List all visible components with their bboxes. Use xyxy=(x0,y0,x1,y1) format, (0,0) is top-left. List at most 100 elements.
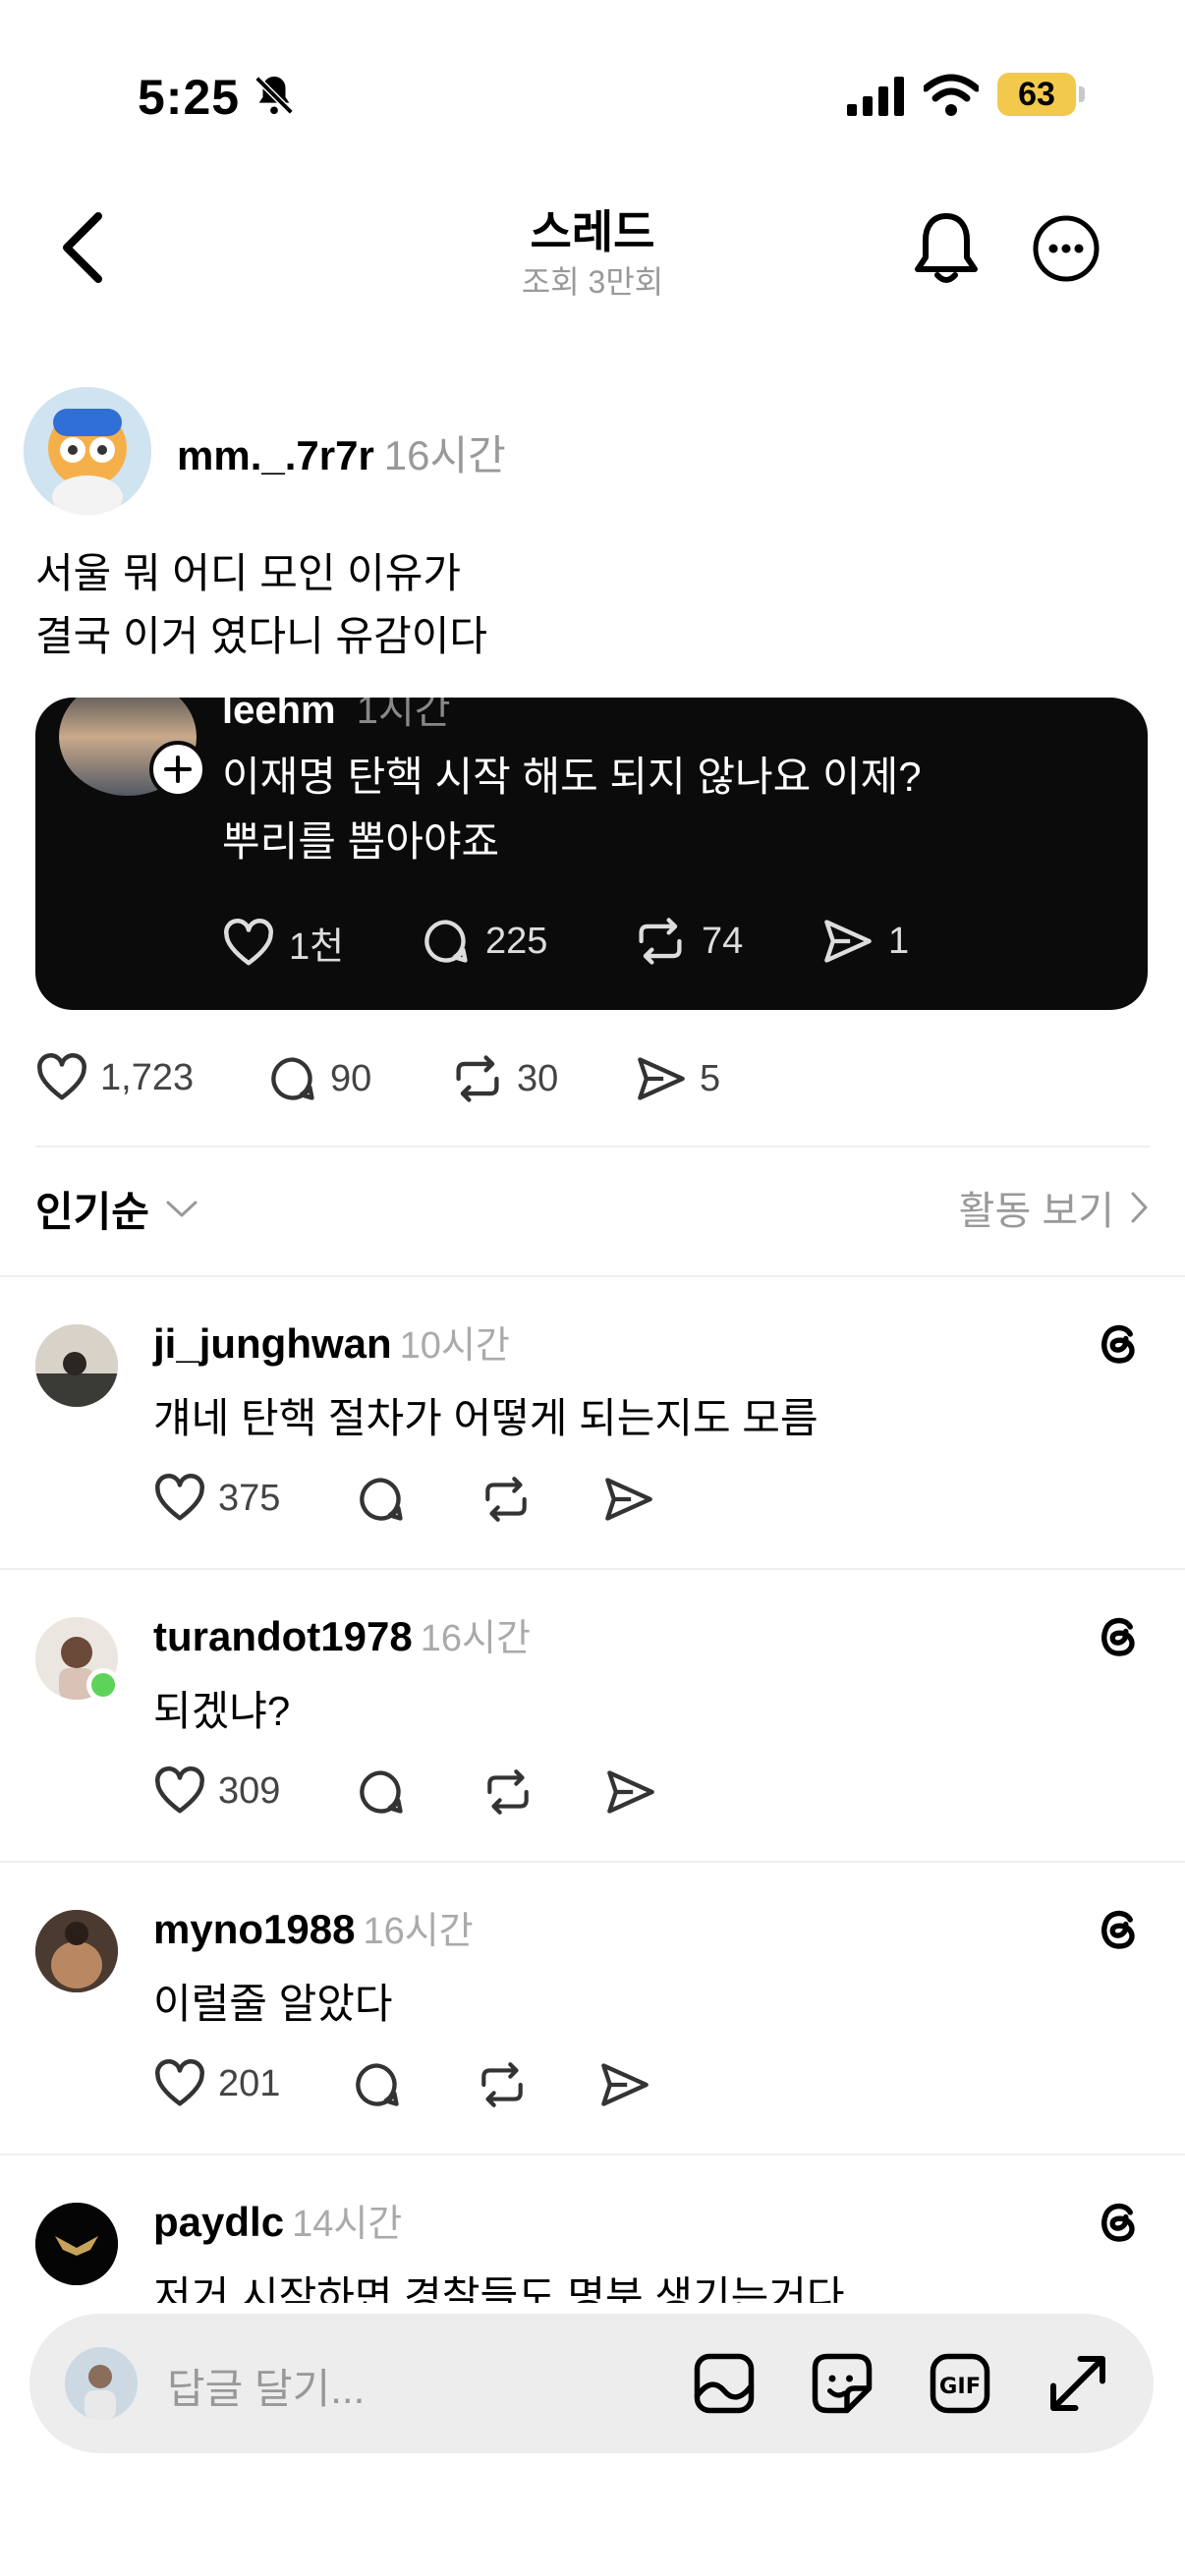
comment-like-count: 375 xyxy=(218,1477,281,1519)
quoted-repost-button[interactable]: 74 xyxy=(633,916,743,967)
comment-like-button[interactable]: 201 xyxy=(153,2059,280,2108)
comment-item: turandot1978 16시간 되겠냐? 309 xyxy=(0,1570,1185,1861)
comment-icon xyxy=(271,1057,314,1100)
comment-text: 저거 시작하면 경찰들도 명분 생기는거다 xyxy=(153,2273,845,2303)
svg-text:GIF: GIF xyxy=(939,2374,981,2399)
comment-username[interactable]: ji_junghwan xyxy=(153,1320,392,1367)
heart-icon xyxy=(155,1474,204,1521)
comment-time: 14시간 xyxy=(292,2204,403,2245)
repost-icon xyxy=(485,1477,527,1522)
quoted-post-time: 1시간 xyxy=(356,698,451,732)
comment-time: 16시간 xyxy=(420,1618,531,1659)
send-icon xyxy=(605,1478,652,1521)
quoted-comment-count: 225 xyxy=(485,920,548,962)
quoted-post-card[interactable]: leehm 1시간 이재명 탄핵 시작 해도 되지 않나요 이제? 뿌리를 뽑아… xyxy=(35,698,1148,1010)
comment-reply-button[interactable] xyxy=(352,2059,403,2110)
view-activity-link[interactable]: 활동 보기 xyxy=(959,1179,1150,1236)
quoted-like-button[interactable]: 1천 xyxy=(222,916,344,970)
like-button[interactable]: 1,723 xyxy=(35,1053,194,1102)
signal-icon xyxy=(847,77,906,116)
repost-icon xyxy=(487,1769,529,1815)
commenter-avatar[interactable] xyxy=(35,1910,118,1992)
gif-icon[interactable]: GIF xyxy=(926,2349,994,2418)
sticker-icon[interactable] xyxy=(808,2349,876,2418)
repost-icon xyxy=(481,2062,523,2107)
comment-time: 16시간 xyxy=(363,1911,474,1952)
comment-like-button[interactable]: 309 xyxy=(153,1766,280,1816)
comment-header: turandot1978 16시간 xyxy=(153,1607,531,1661)
comment-repost-button[interactable] xyxy=(481,1766,535,1818)
comment-text: 걔네 탄핵 절차가 어떻게 되는지도 모름 xyxy=(153,1395,818,1441)
comment-like-count: 309 xyxy=(218,1769,281,1812)
comment-reply-button[interactable] xyxy=(356,1766,407,1818)
reply-input[interactable]: 답글 달기... xyxy=(167,2356,365,2416)
chevron-right-icon xyxy=(1131,1192,1148,1223)
comment-like-button[interactable]: 375 xyxy=(153,1474,280,1523)
heart-icon xyxy=(37,1053,86,1100)
wifi-icon xyxy=(924,73,979,116)
send-icon xyxy=(824,920,872,963)
comment-repost-button[interactable] xyxy=(480,1474,533,1525)
comment-icon xyxy=(424,920,468,963)
notification-bell-icon[interactable] xyxy=(912,210,981,285)
heart-icon xyxy=(155,1766,204,1814)
comment-text: 이럴줄 알았다 xyxy=(153,1981,393,2027)
quoted-share-count: 1 xyxy=(888,920,910,962)
like-count: 1,723 xyxy=(100,1056,195,1098)
silent-bell-icon xyxy=(252,73,297,118)
share-count: 5 xyxy=(700,1057,721,1099)
comment-username[interactable]: turandot1978 xyxy=(153,1613,413,1659)
comment-icon xyxy=(360,1478,403,1521)
quoted-share-button[interactable]: 1 xyxy=(821,916,909,967)
comment-item: paydlc 14시간 저거 시작하면 경찰들도 명분 생기는거다 xyxy=(0,2156,1185,2303)
view-count: 조회 3만회 xyxy=(521,264,664,300)
comment-header: paydlc 14시간 xyxy=(153,2193,402,2247)
comment-item: ji_junghwan 10시간 걔네 탄핵 절차가 어떻게 되는지도 모름 37… xyxy=(0,1277,1185,1568)
repost-button[interactable]: 30 xyxy=(450,1053,558,1104)
battery-indicator: 63 xyxy=(997,73,1076,116)
comment-repost-button[interactable] xyxy=(476,2059,529,2110)
post-author-name[interactable]: mm._.7r7r xyxy=(177,432,374,478)
comment-username[interactable]: paydlc xyxy=(153,2199,284,2245)
image-attach-icon[interactable] xyxy=(690,2349,759,2418)
comment-reply-button[interactable] xyxy=(356,1474,407,1525)
comment-share-button[interactable] xyxy=(603,1474,654,1525)
comment-username[interactable]: myno1988 xyxy=(153,1906,355,1952)
status-bar: 5:25 63 xyxy=(0,0,1185,187)
post-time: 16시간 xyxy=(383,432,506,478)
quoted-comment-button[interactable]: 225 xyxy=(421,916,547,967)
share-button[interactable]: 5 xyxy=(635,1053,720,1104)
reply-composer[interactable]: 답글 달기... GIF xyxy=(29,2314,1154,2453)
threads-logo-icon[interactable] xyxy=(1093,1316,1146,1370)
author-avatar[interactable] xyxy=(24,387,151,515)
sort-label: 인기순 xyxy=(35,1189,149,1235)
send-icon xyxy=(601,2063,649,2106)
follow-plus-icon[interactable] xyxy=(149,741,206,798)
online-status-dot xyxy=(86,1668,120,1702)
commenter-avatar[interactable] xyxy=(35,1324,118,1407)
threads-logo-icon[interactable] xyxy=(1093,2195,1146,2248)
threads-logo-icon[interactable] xyxy=(1093,1609,1146,1662)
page-title: 스레드 xyxy=(530,206,655,257)
comment-icon xyxy=(360,1770,403,1814)
more-options-button[interactable] xyxy=(1032,214,1100,283)
chevron-down-icon xyxy=(166,1201,198,1216)
sort-dropdown[interactable]: 인기순 xyxy=(35,1179,198,1239)
send-icon xyxy=(607,1770,654,1814)
comment-time: 10시간 xyxy=(399,1325,510,1367)
expand-icon[interactable] xyxy=(1044,2349,1112,2418)
activity-label: 활동 보기 xyxy=(958,1190,1114,1233)
comment-count: 90 xyxy=(330,1057,372,1099)
divider xyxy=(35,1146,1150,1148)
comment-share-button[interactable] xyxy=(605,1766,656,1818)
my-avatar xyxy=(65,2347,138,2420)
comment-button[interactable]: 90 xyxy=(267,1053,371,1104)
quoted-author-name: leehm xyxy=(222,698,336,732)
comment-share-button[interactable] xyxy=(599,2059,650,2110)
post-text: 서울 뭐 어디 모인 이유가 결국 이거 였다니 유감이다 xyxy=(35,550,488,659)
threads-logo-icon[interactable] xyxy=(1093,1902,1146,1955)
comment-text: 되겠냐? xyxy=(153,1688,291,1734)
commenter-avatar[interactable] xyxy=(35,2203,118,2285)
post-author-line: mm._.7r7r 16시간 xyxy=(177,422,506,482)
send-icon xyxy=(638,1057,685,1100)
